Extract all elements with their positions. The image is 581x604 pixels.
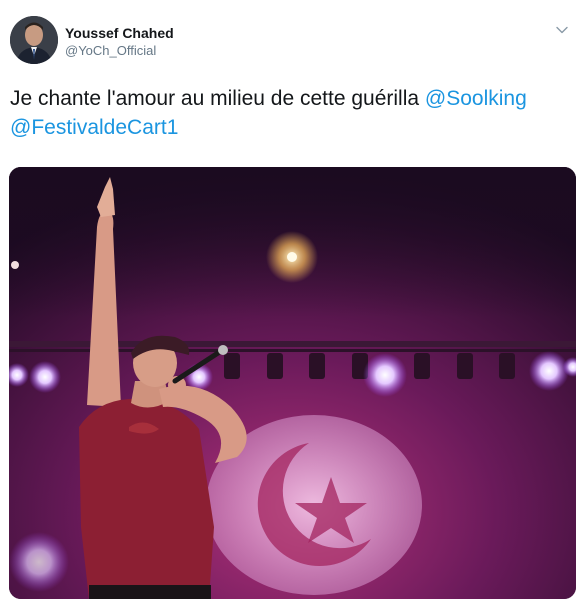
mention-link[interactable]: @Soolking <box>425 87 527 110</box>
avatar[interactable] <box>10 16 58 64</box>
user-handle[interactable]: @YoCh_Official <box>65 42 174 60</box>
chevron-down-icon[interactable] <box>554 22 570 38</box>
author-names: Youssef Chahed @YoCh_Official <box>65 24 174 60</box>
tweet-photo[interactable] <box>9 167 576 599</box>
tweet-text: Je chante l'amour au milieu de cette gué… <box>10 84 575 142</box>
tweet-body-text: Je chante l'amour au milieu de cette gué… <box>10 87 425 110</box>
mention-link[interactable]: @FestivaldeCart1 <box>10 116 178 139</box>
tweet-card: Youssef Chahed @YoCh_Official Je chante … <box>0 0 581 604</box>
tweet-header: Youssef Chahed @YoCh_Official <box>10 16 570 66</box>
display-name[interactable]: Youssef Chahed <box>65 24 174 42</box>
